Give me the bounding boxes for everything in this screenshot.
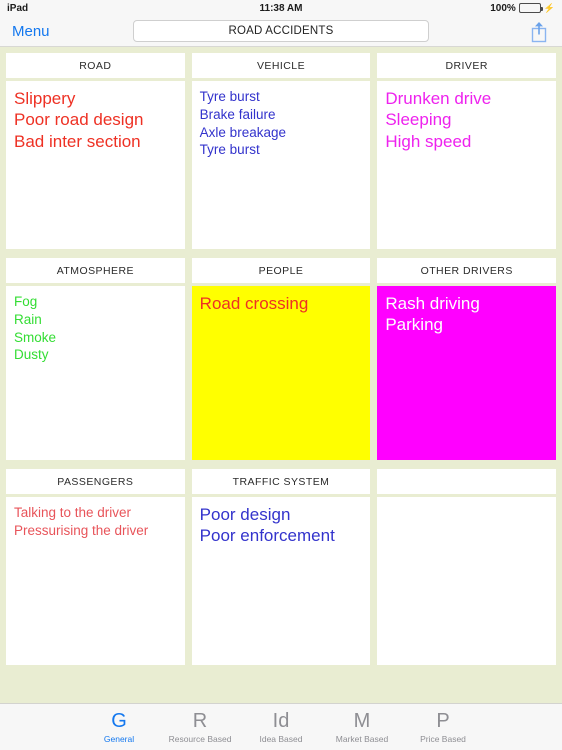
card-atmosphere[interactable]: ATMOSPHERE Fog Rain Smoke Dusty <box>6 258 185 460</box>
card-title[interactable]: PASSENGERS <box>6 469 185 494</box>
tab-label: General <box>103 733 135 744</box>
card-line: Pressurising the driver <box>14 522 149 538</box>
card-content[interactable]: Fog Rain Smoke Dusty <box>6 286 185 460</box>
card-content[interactable]: Road crossing <box>191 286 371 460</box>
card-line: Dusty <box>14 347 49 363</box>
card-line: Sleeping <box>385 110 452 130</box>
card-title[interactable] <box>377 469 557 494</box>
card-traffic-system[interactable]: TRAFFIC SYSTEM Poor design Poor enforcem… <box>191 469 371 665</box>
card-title[interactable]: OTHER DRIVERS <box>377 258 557 283</box>
card-empty[interactable] <box>377 469 557 665</box>
status-battery-group: 100% ⚡ <box>490 3 555 14</box>
card-line: Slippery <box>14 89 76 108</box>
card-line: Brake failure <box>199 106 276 122</box>
battery-percent-label: 100% <box>490 2 516 14</box>
status-clock: 11:38 AM <box>259 2 303 14</box>
tab-glyph: M <box>353 709 371 732</box>
tab-idea-based[interactable]: Id Idea Based <box>241 710 322 745</box>
card-vehicle[interactable]: VEHICLE Tyre burst Brake failure Axle br… <box>191 53 371 249</box>
toolbar: Menu ROAD ACCIDENTS <box>0 16 562 47</box>
card-line: Talking to the driver <box>14 505 132 520</box>
tab-resource-based[interactable]: R Resource Based <box>160 710 241 745</box>
card-content[interactable]: Poor design Poor enforcement <box>191 497 371 665</box>
card-line: Rain <box>14 311 42 327</box>
card-line: Poor road design <box>14 110 144 130</box>
tab-general[interactable]: G General <box>79 710 160 745</box>
card-line: Parking <box>385 315 443 335</box>
tab-price-based[interactable]: P Price Based <box>403 710 484 745</box>
card-other-drivers[interactable]: OTHER DRIVERS Rash driving Parking <box>377 258 557 460</box>
card-title[interactable]: DRIVER <box>377 53 557 78</box>
menu-button[interactable]: Menu <box>12 23 50 40</box>
card-row: PASSENGERS Talking to the driver Pressur… <box>6 469 557 665</box>
card-line: Tyre burst <box>199 142 260 158</box>
card-line: Drunken drive <box>385 89 492 108</box>
card-driver[interactable]: DRIVER Drunken drive Sleeping High speed <box>377 53 557 249</box>
card-title[interactable]: ATMOSPHERE <box>6 258 185 283</box>
tab-glyph: Id <box>272 709 290 732</box>
card-line: High speed <box>385 131 472 151</box>
card-title[interactable]: TRAFFIC SYSTEM <box>191 469 371 494</box>
card-content[interactable]: Drunken drive Sleeping High speed <box>377 81 557 249</box>
card-line: Rash driving <box>385 294 480 313</box>
card-title[interactable]: ROAD <box>6 53 185 78</box>
tab-market-based[interactable]: M Market Based <box>322 710 403 745</box>
card-content[interactable] <box>377 497 557 665</box>
card-line: Fog <box>14 294 38 309</box>
card-row: ROAD Slippery Poor road design Bad inter… <box>6 53 557 249</box>
battery-icon <box>518 3 543 13</box>
tab-glyph: P <box>436 709 450 732</box>
card-content[interactable]: Rash driving Parking <box>377 286 557 460</box>
tab-label: Market Based <box>335 733 389 744</box>
card-road[interactable]: ROAD Slippery Poor road design Bad inter… <box>6 53 185 249</box>
card-line: Tyre burst <box>199 89 260 104</box>
card-title[interactable]: PEOPLE <box>191 258 371 283</box>
card-title[interactable]: VEHICLE <box>191 53 371 78</box>
card-content[interactable]: Slippery Poor road design Bad inter sect… <box>6 81 185 249</box>
tab-glyph: G <box>111 709 127 732</box>
card-line: Bad inter section <box>14 131 141 151</box>
tab-glyph: R <box>192 709 208 732</box>
card-line: Poor enforcement <box>199 526 335 546</box>
tab-label: Price Based <box>420 733 466 744</box>
card-passengers[interactable]: PASSENGERS Talking to the driver Pressur… <box>6 469 185 665</box>
card-row: ATMOSPHERE Fog Rain Smoke Dusty PEOPLE R… <box>6 258 557 460</box>
status-bar: iPad 11:38 AM 100% ⚡ <box>0 0 562 16</box>
charging-bolt-icon: ⚡ <box>543 2 555 13</box>
tab-bar: G General R Resource Based Id Idea Based… <box>0 703 562 750</box>
card-content[interactable]: Talking to the driver Pressurising the d… <box>6 497 185 665</box>
card-line: Poor design <box>199 505 291 524</box>
card-content[interactable]: Tyre burst Brake failure Axle breakage T… <box>191 81 371 249</box>
card-line: Axle breakage <box>199 124 286 140</box>
share-icon[interactable] <box>528 19 550 43</box>
document-title-input[interactable]: ROAD ACCIDENTS <box>133 20 429 42</box>
card-line: Smoke <box>14 329 57 345</box>
tab-label: Resource Based <box>168 733 232 744</box>
cards-board: ROAD Slippery Poor road design Bad inter… <box>0 47 562 700</box>
card-line: Road crossing <box>199 294 309 313</box>
card-people[interactable]: PEOPLE Road crossing <box>191 258 371 460</box>
tab-label: Idea Based <box>259 733 303 744</box>
